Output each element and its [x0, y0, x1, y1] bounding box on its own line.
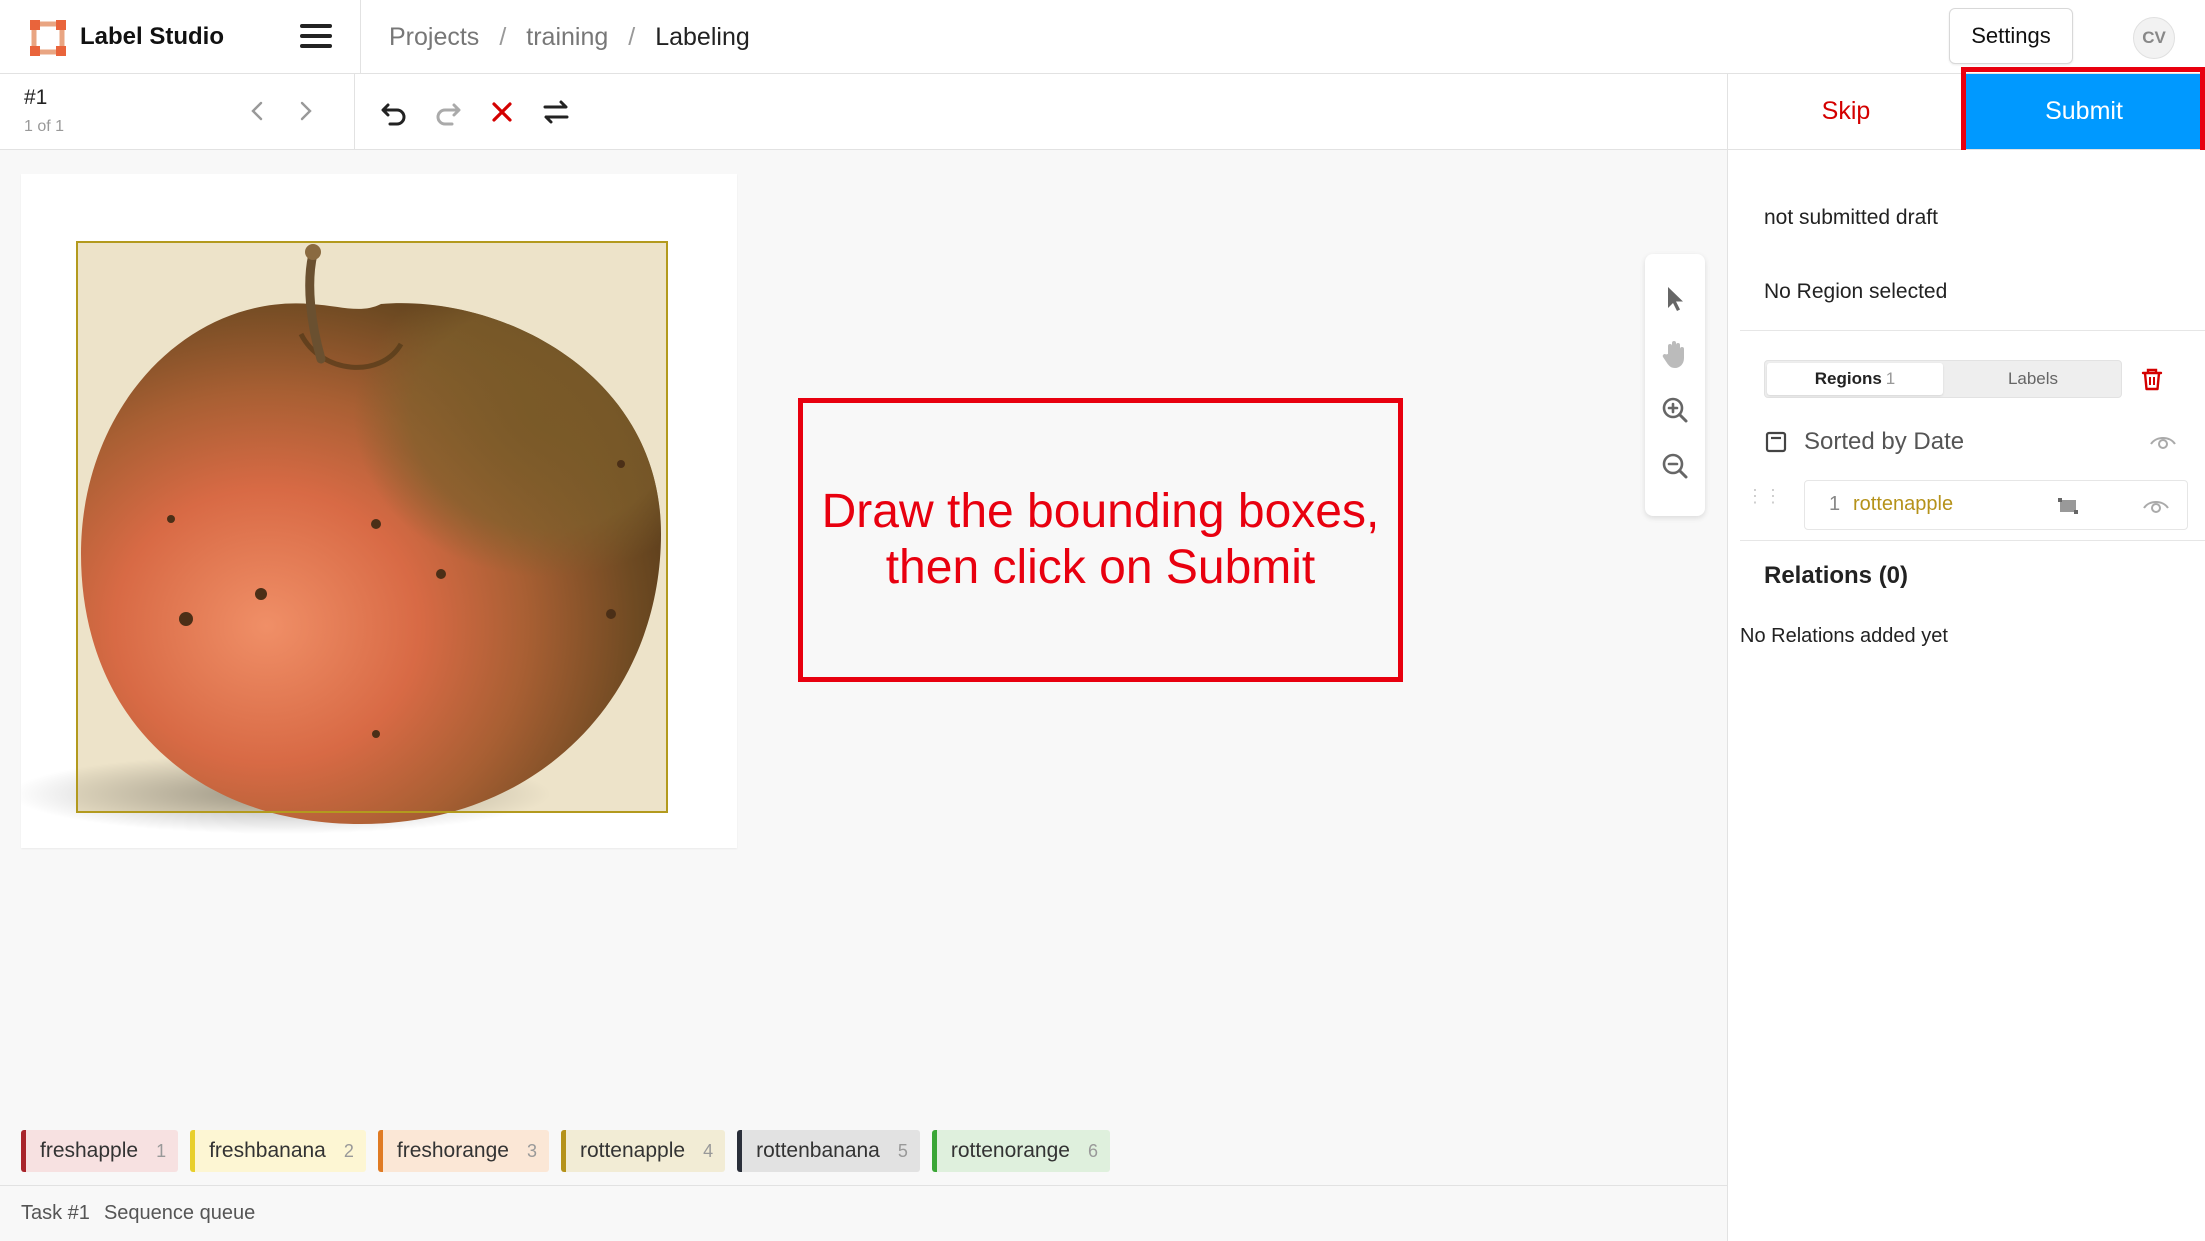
label-chip-freshapple[interactable]: freshapple 1: [21, 1130, 179, 1172]
header-divider: [360, 0, 361, 74]
relations-title: Relations (0): [1764, 562, 1909, 589]
chevron-right-icon[interactable]: [290, 96, 320, 126]
breadcrumb-projects[interactable]: Projects: [389, 20, 479, 54]
region-index: 1: [1829, 493, 1841, 515]
hamburger-icon[interactable]: [300, 24, 332, 50]
action-bar: Skip Submit: [1727, 74, 2205, 150]
skip-button[interactable]: Skip: [1728, 74, 1964, 149]
label-chip-freshbanana[interactable]: freshbanana 2: [190, 1130, 366, 1172]
drag-handle-icon[interactable]: ⋮⋮: [1746, 487, 1782, 516]
instruction-line-2: then click on Submit: [885, 541, 1316, 594]
status-footer: Task #1 Sequence queue: [0, 1185, 1727, 1241]
sort-label[interactable]: Sorted by Date: [1804, 428, 1964, 456]
eye-icon[interactable]: [2148, 430, 2178, 454]
label-chip-name: freshbanana: [209, 1139, 326, 1162]
calendar-sort-icon[interactable]: [1764, 430, 1788, 454]
footer-task-label: Task #1: [21, 1202, 90, 1224]
top-header: Label Studio Projects / training / Label…: [0, 0, 2205, 74]
label-chip-rottenapple[interactable]: rottenapple 4: [560, 1130, 726, 1172]
breadcrumb: Projects / training / Labeling: [389, 20, 750, 54]
footer-queue-label: Sequence queue: [103, 1202, 256, 1224]
right-sidebar: not submitted draft No Region selected R…: [1727, 150, 2205, 1241]
breadcrumb-separator: /: [499, 23, 507, 51]
label-studio-logo-icon[interactable]: [28, 18, 68, 58]
avatar[interactable]: CV: [2133, 17, 2175, 59]
breadcrumb-labeling: Labeling: [655, 23, 750, 51]
zoom-in-icon[interactable]: [1657, 392, 1693, 428]
label-chip-rottenorange[interactable]: rottenorange 6: [931, 1130, 1110, 1172]
hand-pan-icon[interactable]: [1657, 336, 1693, 372]
labeling-canvas-area: Draw the bounding boxes, then click on S…: [0, 150, 1727, 1185]
label-chip-hotkey: 4: [703, 1140, 714, 1161]
rectangle-region-icon: [2058, 498, 2078, 514]
bounding-box-region[interactable]: [76, 241, 668, 813]
label-chip-freshorange[interactable]: freshorange 3: [377, 1130, 549, 1172]
zoom-out-icon[interactable]: [1657, 448, 1693, 484]
label-chip-name: freshorange: [396, 1139, 509, 1162]
reset-icon[interactable]: [484, 94, 520, 130]
image-panel[interactable]: [21, 174, 737, 848]
eye-icon[interactable]: [2141, 494, 2171, 518]
pointer-icon[interactable]: [1657, 280, 1693, 316]
draft-status: not submitted draft: [1764, 206, 1938, 229]
redo-icon[interactable]: [430, 94, 466, 130]
toolbar-divider: [354, 74, 355, 150]
breadcrumb-training[interactable]: training: [526, 20, 608, 54]
tools-panel: [1645, 254, 1705, 516]
region-status: No Region selected: [1764, 280, 1948, 303]
label-chips-row: freshapple 1 freshbanana 2 freshorange 3 rotte…: [21, 1130, 1110, 1172]
task-count: 1 of 1: [24, 118, 65, 135]
tab-regions[interactable]: Regions 1: [1767, 363, 1943, 395]
annotation-toolbar: #1 1 of 1: [0, 74, 1727, 150]
label-chip-hotkey: 1: [156, 1140, 167, 1161]
task-id: #1: [24, 86, 48, 109]
breadcrumb-separator: /: [628, 23, 636, 51]
swap-icon[interactable]: [538, 94, 574, 130]
footer-info: Task #1 Sequence queue: [21, 1202, 255, 1225]
app-title: Label Studio: [80, 23, 224, 50]
label-chip-name: freshapple: [40, 1139, 139, 1162]
region-list-item[interactable]: 1 rottenapple: [1804, 480, 2188, 530]
trash-icon[interactable]: [2138, 365, 2166, 393]
tab-labels[interactable]: Labels: [1945, 363, 2121, 395]
instruction-line-1: Draw the bounding boxes,: [821, 485, 1380, 538]
instruction-annotation: Draw the bounding boxes, then click on S…: [798, 398, 1403, 682]
sort-row: Sorted by Date: [1764, 422, 2184, 462]
sidebar-divider: [1740, 330, 2205, 331]
settings-button[interactable]: Settings: [1949, 8, 2073, 64]
label-chip-name: rottenorange: [950, 1139, 1070, 1162]
regions-labels-tabs: Regions 1 Labels: [1764, 360, 2122, 398]
instruction-text: Draw the bounding boxes, then click on S…: [803, 484, 1398, 596]
sidebar-divider: [1740, 540, 2205, 541]
label-chip-name: rottenbanana: [756, 1139, 880, 1162]
tab-regions-count: 1: [1885, 369, 1896, 388]
label-chip-hotkey: 5: [897, 1140, 908, 1161]
undo-icon[interactable]: [376, 94, 412, 130]
region-label: rottenapple: [1853, 493, 1954, 515]
label-chip-hotkey: 6: [1087, 1140, 1098, 1161]
submit-button[interactable]: Submit: [1966, 74, 2202, 149]
relations-empty: No Relations added yet: [1740, 625, 1948, 647]
label-chip-hotkey: 3: [526, 1140, 537, 1161]
label-chip-rottenbanana[interactable]: rottenbanana 5: [737, 1130, 920, 1172]
label-chip-hotkey: 2: [343, 1140, 354, 1161]
label-chip-name: rottenapple: [579, 1139, 686, 1162]
tab-regions-label: Regions: [1814, 369, 1882, 388]
chevron-left-icon[interactable]: [243, 96, 273, 126]
